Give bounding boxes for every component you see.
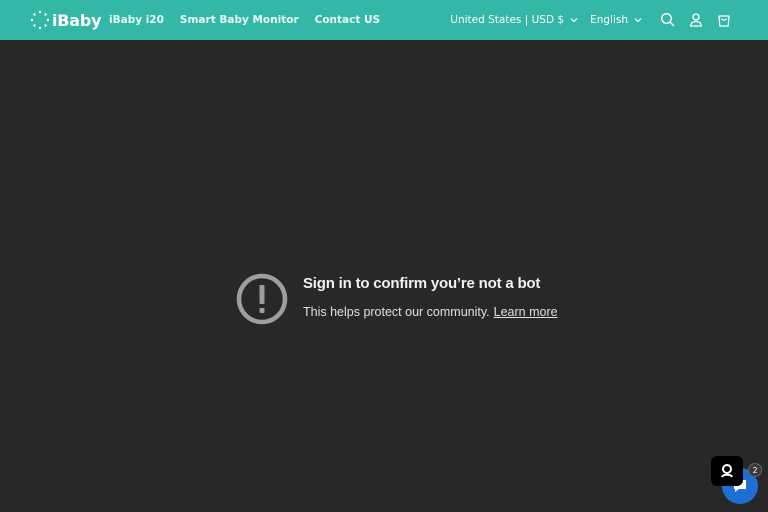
notice-title: Sign in to confirm you’re not a bot — [303, 275, 541, 292]
search-button[interactable] — [654, 6, 682, 34]
cart-button[interactable] — [710, 6, 738, 34]
account-button[interactable] — [682, 6, 710, 34]
main-nav: iBaby i20 Smart Baby Monitor Contact US — [109, 0, 396, 40]
chevron-down-icon — [634, 18, 642, 23]
nav-link-ibaby-i20[interactable]: iBaby i20 — [109, 14, 164, 26]
language-selector-label: English — [590, 14, 628, 26]
notice-description-row: This helps protect our community. Learn m… — [303, 305, 558, 319]
nav-link-contact-us[interactable]: Contact US — [315, 14, 381, 26]
logo[interactable]: iBaby — [30, 7, 102, 33]
learn-more-link[interactable]: Learn more — [494, 305, 558, 319]
country-selector[interactable]: United States | USD $ — [450, 14, 578, 26]
alert-circle-icon — [236, 273, 288, 325]
chat-badge: 2 — [748, 463, 762, 477]
country-selector-label: United States | USD $ — [450, 14, 565, 26]
notice-description: This helps protect our community. — [303, 305, 490, 319]
chat-avatar[interactable] — [711, 456, 743, 486]
search-icon — [660, 12, 675, 27]
agent-avatar-icon — [721, 464, 733, 478]
cart-icon — [718, 15, 730, 27]
notice-text: Sign in to confirm you’re not a bot This… — [303, 273, 558, 319]
site-header: iBaby iBaby i20 Smart Baby Monitor Conta… — [0, 0, 768, 40]
header-controls: United States | USD $ English — [450, 0, 768, 40]
account-icon — [689, 13, 703, 27]
logo-dots-icon — [30, 10, 50, 30]
language-selector[interactable]: English — [590, 14, 642, 26]
bot-check-notice: Sign in to confirm you’re not a bot This… — [236, 273, 558, 325]
logo-text: iBaby — [52, 10, 102, 30]
chevron-down-icon — [570, 18, 578, 23]
nav-link-smart-baby-monitor[interactable]: Smart Baby Monitor — [180, 14, 299, 26]
